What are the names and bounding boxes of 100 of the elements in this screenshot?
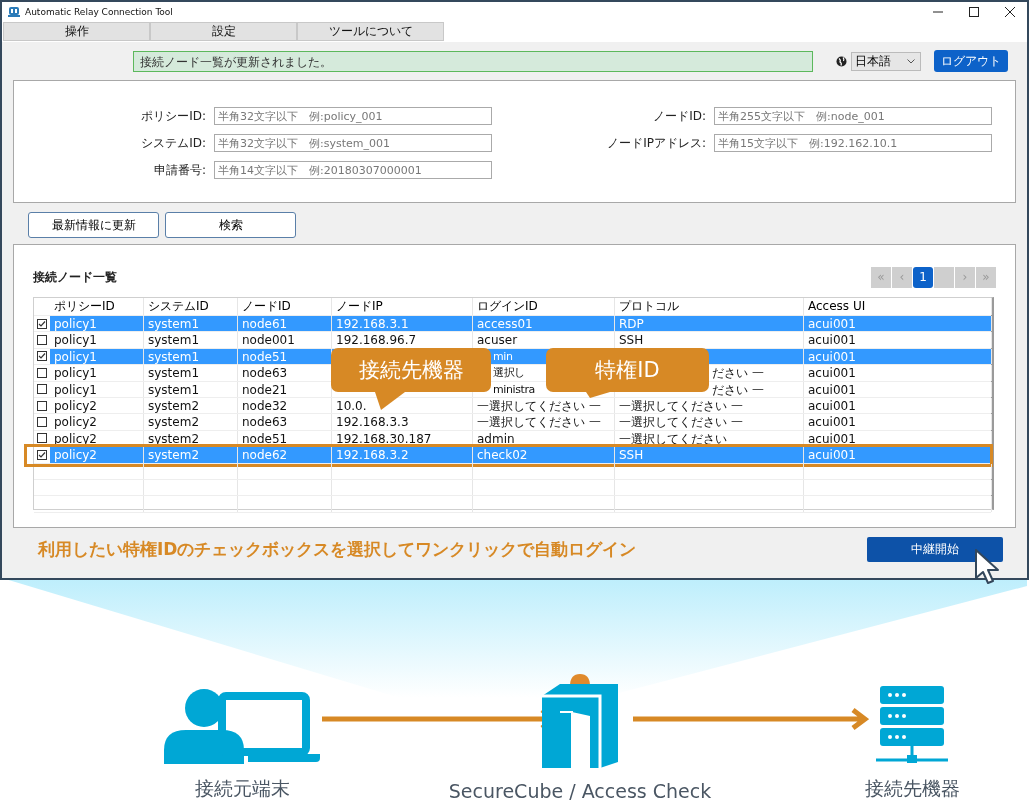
column-header[interactable]: システムID (144, 298, 238, 315)
menu-tab[interactable]: 操作 (3, 22, 150, 41)
column-header[interactable]: Access UI (804, 298, 992, 315)
table-cell: system2 (148, 415, 200, 430)
column-header[interactable]: ノードID (238, 298, 332, 315)
checkbox[interactable] (37, 367, 47, 378)
logout-button[interactable]: ログアウト (934, 50, 1008, 72)
table-cell: system1 (148, 366, 200, 381)
table-cell: node62 (242, 448, 288, 463)
table-cell: ださい 一 (712, 382, 764, 397)
field-label: ノードIPアドレス: (606, 134, 706, 152)
checkbox[interactable] (37, 433, 47, 444)
table-cell: acui001 (808, 448, 856, 463)
column-header[interactable]: ログインID (473, 298, 615, 315)
globe-icon (836, 55, 847, 67)
table-cell: system2 (148, 431, 200, 446)
checkbox[interactable] (37, 417, 47, 428)
server-icon (876, 686, 948, 764)
menu-tab[interactable]: 設定 (150, 22, 297, 41)
checkbox[interactable] (37, 400, 47, 411)
table-cell: system2 (148, 398, 200, 413)
input-field[interactable]: 半角32文字以下 例:system_001 (214, 134, 492, 152)
table-cell: policy1 (54, 349, 97, 364)
table-cell: node51 (242, 431, 288, 446)
user-computer-icon (164, 688, 320, 764)
table-cell: system2 (148, 448, 200, 463)
table-cell: node21 (242, 382, 288, 397)
instruction-text: 利用したい特権IDのチェックボックスを選択してワンクリックで自動ログイン (38, 538, 637, 561)
checkbox[interactable] (37, 449, 47, 460)
table-cell: check02 (477, 448, 528, 463)
table-cell: 一選択してください 一 (477, 398, 601, 413)
column-header[interactable]: プロトコル (615, 298, 804, 315)
field-label: システムID: (140, 134, 206, 152)
input-field[interactable]: 半角14文字以下 例:20180307000001 (214, 161, 492, 179)
table-cell: node63 (242, 415, 288, 430)
table-cell: acui001 (808, 317, 856, 331)
table-cell: system1 (148, 317, 200, 331)
column-header[interactable]: ポリシーID (50, 298, 144, 315)
action-button[interactable]: 最新情報に更新 (28, 212, 159, 238)
table-cell: 192.168.96.7 (336, 333, 417, 348)
table-cell: 192.168.30.187 (336, 431, 432, 446)
table-cell: SSH (619, 448, 644, 463)
table-cell: acui001 (808, 398, 856, 413)
table-cell: system1 (148, 349, 200, 364)
table-cell: 一選択してください 一 (619, 398, 743, 413)
table-cell: ださい 一 (712, 366, 764, 381)
callout-pointer (586, 392, 610, 398)
table-cell: acui001 (808, 382, 856, 397)
input-field[interactable]: 半角15文字以下 例:192.162.10.1 (714, 134, 992, 152)
column-header[interactable]: ノードIP (332, 298, 473, 315)
table-cell: policy1 (54, 366, 97, 381)
arrow-icon (633, 708, 869, 730)
table-cell: acui001 (808, 431, 856, 446)
start-button[interactable]: 中継開始 (867, 537, 1003, 562)
action-button[interactable]: 検索 (165, 212, 296, 238)
input-field[interactable]: 半角32文字以下 例:policy_001 (214, 107, 492, 125)
table-cell: system1 (148, 333, 200, 348)
field-label: ノードID: (652, 107, 706, 125)
table-cell: admin (477, 431, 515, 446)
table-cell: node32 (242, 398, 288, 413)
table-cell: 一選択してください 一 (619, 415, 743, 430)
node-label: 接続先機器 (864, 776, 960, 801)
table-cell: access01 (477, 317, 533, 331)
table-cell: policy2 (54, 398, 97, 413)
field-label: 申請番号: (152, 161, 206, 179)
input-field[interactable]: 半角255文字以下 例:node_001 (714, 107, 992, 125)
window-title: Automatic Relay Connection Tool (25, 7, 173, 17)
table-cell: policy1 (54, 333, 97, 348)
field-label: ポリシーID: (140, 107, 206, 125)
menu-tab[interactable]: ツールについて (297, 22, 444, 41)
table-cell: policy2 (54, 431, 97, 446)
table-cell: 192.168.3.3 (336, 415, 409, 430)
table-cell: 10.0. (336, 398, 367, 413)
table-cell: acui001 (808, 349, 856, 364)
language-select[interactable]: 日本語 (851, 51, 921, 71)
table-cell: SSH (619, 333, 644, 348)
table-cell: min (493, 349, 513, 363)
table-cell: node001 (242, 333, 295, 348)
table-cell: node63 (242, 366, 288, 381)
chevron-down-icon (907, 58, 915, 64)
checkbox[interactable] (37, 351, 47, 362)
table-cell: acui001 (808, 333, 856, 348)
checkbox[interactable] (37, 318, 47, 329)
gate-icon (542, 672, 618, 768)
table-cell: node61 (242, 317, 288, 331)
table-cell: acuser (477, 333, 518, 348)
table-cell: node51 (242, 349, 288, 364)
table-cell: policy1 (54, 317, 97, 331)
table-cell: policy2 (54, 448, 97, 463)
callout-pointer (375, 392, 405, 410)
maximize-icon[interactable] (969, 7, 979, 17)
table-row[interactable]: policy2 system2 node63 192.168.3.3 一選択してください 一 一選択してください 一 acui001 (50, 414, 992, 430)
table-cell: system1 (148, 382, 200, 397)
table-row[interactable]: policy1 system1 node001 192.168.96.7 acuser SSH acui001 (50, 332, 992, 348)
table-cell: policy1 (54, 382, 97, 397)
node-label: SecureCube / Access Check (448, 780, 712, 802)
checkbox[interactable] (37, 335, 47, 346)
checkbox[interactable] (37, 384, 47, 395)
close-icon[interactable] (1005, 7, 1015, 17)
pager-button[interactable]: 1 (913, 266, 933, 288)
